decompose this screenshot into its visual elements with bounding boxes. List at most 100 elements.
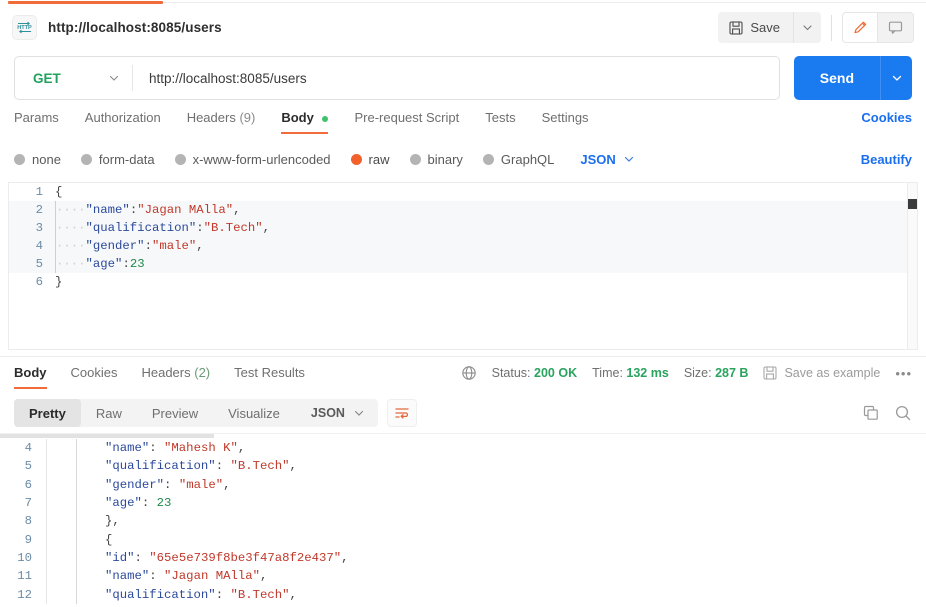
line-number: 4 xyxy=(24,441,32,456)
response-body-viewer[interactable]: 4 "name": "Mahesh K", 5 "qualification": … xyxy=(0,433,926,607)
http-protocol-icon: HTTP xyxy=(12,15,37,40)
body-type-raw[interactable]: raw xyxy=(350,152,390,167)
status-value: 200 OK xyxy=(534,366,578,380)
fold-gutter-divider xyxy=(46,493,47,513)
send-dropdown-button[interactable] xyxy=(880,56,912,100)
word-wrap-button[interactable] xyxy=(386,399,417,427)
code-text: ····"qualification":"B.Tech", xyxy=(55,219,270,237)
code-text: }, xyxy=(105,512,120,530)
tab-pre-request-script[interactable]: Pre-request Script xyxy=(354,108,459,134)
code-token: , xyxy=(289,459,297,474)
code-token: : xyxy=(164,477,179,492)
size-stat: Size: 287 B xyxy=(684,366,749,380)
body-type-binary[interactable]: binary xyxy=(409,152,463,167)
body-type-x-www-form-urlencoded[interactable]: x-www-form-urlencoded xyxy=(174,151,331,167)
time-value: 132 ms xyxy=(626,366,669,380)
tab-authorization[interactable]: Authorization xyxy=(85,108,161,134)
tab-params[interactable]: Params xyxy=(14,108,59,134)
tab-count: (9) xyxy=(239,110,256,125)
tab-settings[interactable]: Settings xyxy=(542,108,589,134)
save-as-example-button[interactable]: Save as example xyxy=(763,366,880,380)
header-divider xyxy=(831,14,832,41)
response-toolbar-actions xyxy=(862,404,912,422)
line-number: 12 xyxy=(17,587,32,602)
radio-icon xyxy=(350,153,362,165)
scrollbar-thumb[interactable] xyxy=(0,434,214,438)
chevron-down-icon xyxy=(623,153,635,165)
request-body-editor[interactable]: 1{2 ····"name":"Jagan MAlla", 3 ····"qualif… xyxy=(8,182,918,350)
save-button[interactable]: Save xyxy=(718,12,793,43)
radio-icon xyxy=(174,153,186,165)
code-token: , xyxy=(262,221,271,235)
code-token: "qualification" xyxy=(85,221,197,235)
copy-icon[interactable] xyxy=(862,404,880,422)
code-text: "qualification": "B.Tech", xyxy=(105,457,297,475)
tab-strip-divider xyxy=(163,2,926,3)
view-visualize[interactable]: Visualize xyxy=(213,399,295,427)
radio-label: none xyxy=(32,151,61,167)
line-number: 2 xyxy=(35,203,43,217)
code-token: }, xyxy=(105,514,120,529)
response-tab-cookies[interactable]: Cookies xyxy=(71,357,118,389)
fold-gutter-divider xyxy=(46,475,47,494)
tab-label: Body xyxy=(14,365,47,380)
body-type-none[interactable]: none xyxy=(14,152,61,167)
request-editor-scrollbar[interactable] xyxy=(907,183,917,349)
size-label: Size: xyxy=(683,366,712,380)
code-token: : xyxy=(134,550,150,565)
code-line: 9{ xyxy=(0,530,926,549)
edit-request-button[interactable] xyxy=(842,12,878,43)
code-token: "B.Tech" xyxy=(230,459,290,474)
response-horizontal-scrollbar[interactable] xyxy=(0,434,926,438)
request-header: HTTP http://localhost:8085/users Save xyxy=(0,4,926,51)
url-input[interactable] xyxy=(133,57,779,99)
code-text: { xyxy=(55,183,62,201)
pencil-icon xyxy=(852,19,869,36)
view-pretty[interactable]: Pretty xyxy=(14,399,81,427)
radio-icon xyxy=(482,153,494,165)
beautify-link[interactable]: Beautify xyxy=(861,152,912,167)
tab-label: Test Results xyxy=(234,365,305,380)
code-token: , xyxy=(196,239,204,253)
tab-tests[interactable]: Tests xyxy=(485,108,515,134)
response-tab-body[interactable]: Body xyxy=(14,357,47,389)
save-button-label: Save xyxy=(750,20,780,35)
tab-headers[interactable]: Headers (9) xyxy=(187,108,256,134)
ellipsis-icon[interactable]: ••• xyxy=(895,366,912,381)
tab-body[interactable]: Body xyxy=(281,108,329,134)
response-format-selector[interactable]: JSON xyxy=(295,399,378,427)
view-preview[interactable]: Preview xyxy=(137,399,213,427)
response-tab-headers[interactable]: Headers (2) xyxy=(141,357,210,389)
code-token: , xyxy=(223,477,231,492)
body-type-row: none form-data x-www-form-urlencoded raw… xyxy=(0,146,926,172)
tab-label: Authorization xyxy=(84,110,161,125)
code-token: : xyxy=(149,569,165,584)
time-label: Time: xyxy=(592,366,623,380)
cookies-link[interactable]: Cookies xyxy=(861,108,912,125)
body-type-form-data[interactable]: form-data xyxy=(80,152,155,167)
code-token: } xyxy=(55,275,63,289)
code-token: 23 xyxy=(156,496,172,511)
code-token: "male" xyxy=(178,477,224,492)
response-tab-test-results[interactable]: Test Results xyxy=(234,357,305,389)
code-line: 5 "qualification": "B.Tech", xyxy=(0,457,926,476)
response-view-switcher: Pretty Raw Preview Visualize JSON xyxy=(14,399,378,427)
line-number: 11 xyxy=(17,569,32,584)
indent-guide xyxy=(76,439,77,458)
save-dropdown-button[interactable] xyxy=(793,12,821,43)
line-number: 6 xyxy=(35,275,43,289)
send-button[interactable]: Send xyxy=(793,56,880,100)
comment-button[interactable] xyxy=(878,12,914,43)
line-number: 8 xyxy=(24,514,32,529)
http-method-selector[interactable]: GET xyxy=(15,57,132,99)
line-number: 5 xyxy=(35,257,43,271)
search-icon[interactable] xyxy=(894,404,912,422)
body-format-selector[interactable]: JSON xyxy=(580,152,634,167)
scrollbar-thumb[interactable] xyxy=(908,199,917,209)
body-type-graphql[interactable]: GraphQL xyxy=(482,152,554,167)
response-code-lines: 4 "name": "Mahesh K", 5 "qualification": … xyxy=(0,434,926,604)
view-raw[interactable]: Raw xyxy=(81,399,137,427)
response-format-label: JSON xyxy=(310,406,345,420)
radio-label: x-www-form-urlencoded xyxy=(192,151,331,167)
indent-guide xyxy=(76,548,77,568)
